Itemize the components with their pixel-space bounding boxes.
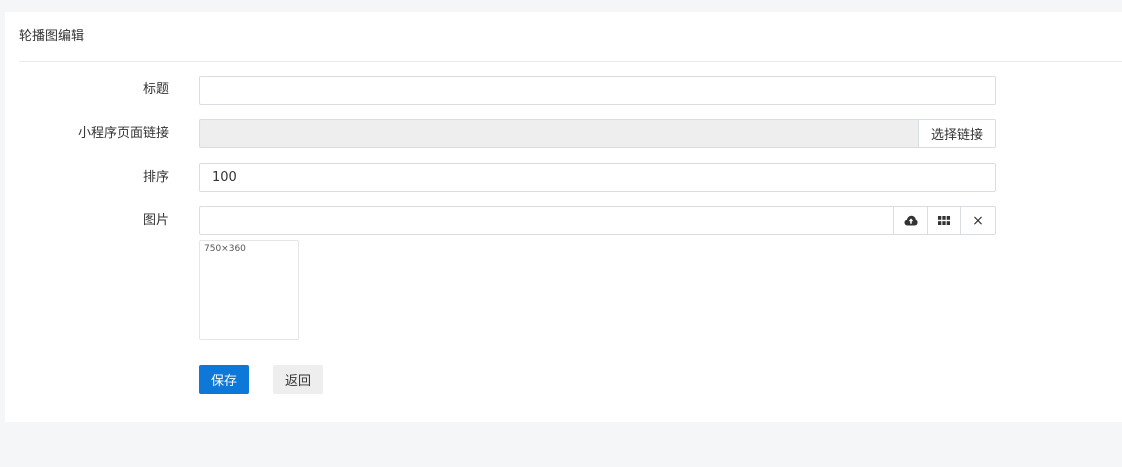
- gallery-button[interactable]: [927, 206, 961, 235]
- title-divider: [19, 61, 1122, 62]
- close-icon: ×: [972, 212, 984, 229]
- edit-card: 轮播图编辑 标题 小程序页面链接 选择链接 排序 图片: [5, 12, 1122, 422]
- remove-image-button[interactable]: ×: [960, 206, 996, 235]
- image-group: ×: [199, 206, 996, 235]
- thumbnail-size-hint: 750×360: [204, 244, 246, 254]
- upload-button[interactable]: [893, 206, 928, 235]
- page-link-input[interactable]: [199, 119, 919, 148]
- page-link-group: 选择链接: [199, 119, 996, 148]
- image-thumbnail[interactable]: 750×360: [199, 240, 299, 340]
- title-input[interactable]: [199, 76, 996, 105]
- title-label: 标题: [142, 82, 169, 97]
- save-button[interactable]: 保存: [199, 365, 249, 394]
- page-title: 轮播图编辑: [19, 29, 85, 44]
- image-input[interactable]: [199, 206, 894, 235]
- back-button[interactable]: 返回: [273, 365, 323, 394]
- page-link-label: 小程序页面链接: [77, 126, 169, 141]
- select-link-button[interactable]: 选择链接: [918, 119, 996, 148]
- image-label: 图片: [142, 213, 169, 228]
- sort-input[interactable]: [199, 163, 996, 192]
- sort-label: 排序: [142, 170, 169, 185]
- grid-icon: [938, 216, 950, 225]
- upload-cloud-icon: [904, 215, 918, 226]
